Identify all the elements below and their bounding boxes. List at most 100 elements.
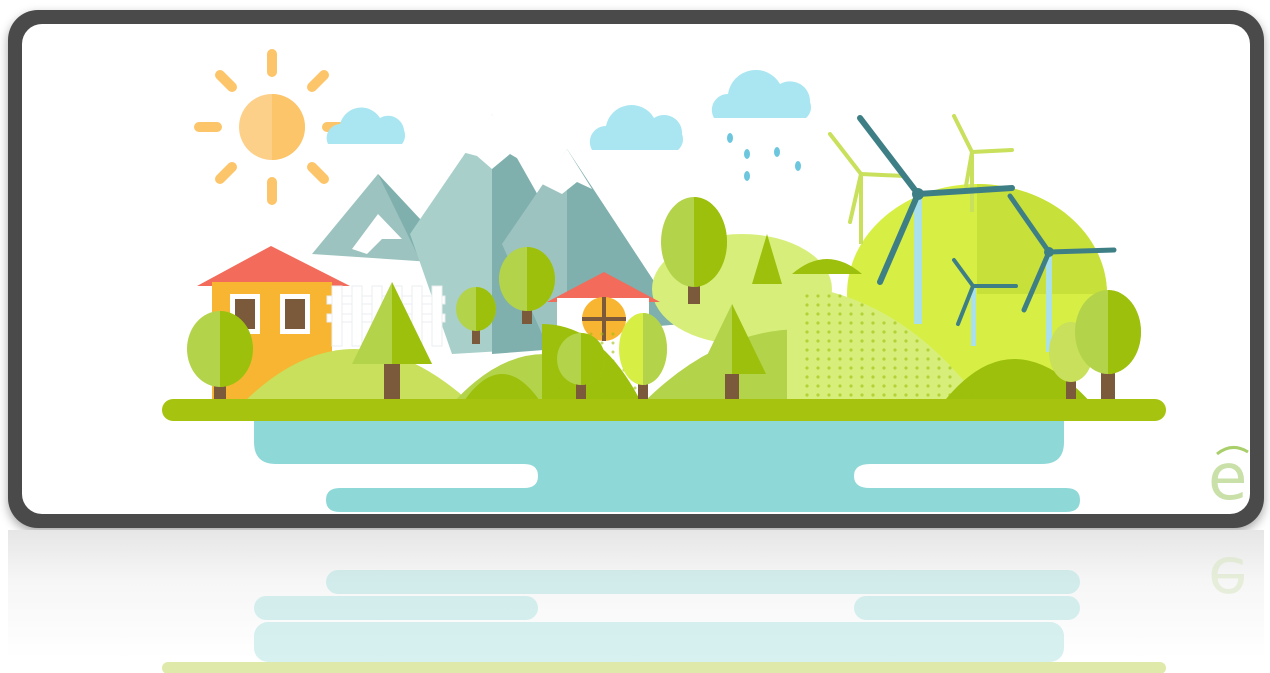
hill-dot bbox=[838, 312, 842, 316]
hill-dot bbox=[882, 330, 886, 334]
hill-dot bbox=[893, 375, 897, 379]
hill-dot bbox=[838, 393, 842, 397]
screen: e bbox=[22, 24, 1250, 514]
hill-dot bbox=[611, 350, 615, 354]
hill-dot bbox=[545, 332, 549, 336]
hill-dot bbox=[805, 339, 809, 343]
hill-dot bbox=[926, 348, 930, 352]
hill-dot bbox=[882, 393, 886, 397]
hill-dot bbox=[904, 393, 908, 397]
hill-dot bbox=[893, 393, 897, 397]
hill-dot bbox=[589, 395, 593, 399]
hill-dot bbox=[827, 357, 831, 361]
hill-dot bbox=[849, 393, 853, 397]
hill-dot bbox=[816, 339, 820, 343]
hill-dot bbox=[882, 375, 886, 379]
hill-dot bbox=[556, 332, 560, 336]
hill-dot bbox=[545, 350, 549, 354]
hill-dot bbox=[871, 330, 875, 334]
hill-dot bbox=[882, 339, 886, 343]
lake-reflection bbox=[254, 570, 1080, 662]
hill-dot bbox=[816, 375, 820, 379]
lake bbox=[254, 421, 1080, 512]
hill-dot bbox=[600, 332, 604, 336]
hill-dot bbox=[860, 312, 864, 316]
hill-dot bbox=[827, 348, 831, 352]
logo-icon: e bbox=[1208, 441, 1249, 514]
logo-reflection: e bbox=[1208, 542, 1247, 616]
hill-dot bbox=[545, 359, 549, 363]
hill-dot bbox=[959, 384, 963, 388]
hill-dot bbox=[827, 321, 831, 325]
hill-dot bbox=[805, 384, 809, 388]
screen-frame: e bbox=[8, 10, 1264, 528]
hill-dot bbox=[556, 395, 560, 399]
hill-dot bbox=[827, 339, 831, 343]
hill-dot bbox=[849, 312, 853, 316]
hill-dot bbox=[849, 321, 853, 325]
hill-dot bbox=[904, 384, 908, 388]
hill-dot bbox=[838, 357, 842, 361]
hill-dot bbox=[871, 357, 875, 361]
hill-dot bbox=[816, 312, 820, 316]
hill-dot bbox=[860, 393, 864, 397]
hill-dot bbox=[633, 395, 637, 399]
hill-dot bbox=[849, 366, 853, 370]
hill-dot bbox=[871, 348, 875, 352]
hill-dot bbox=[860, 321, 864, 325]
hill-dot bbox=[816, 366, 820, 370]
hill-dot bbox=[838, 384, 842, 388]
hill-dot bbox=[871, 393, 875, 397]
hill-dot bbox=[805, 366, 809, 370]
hill-dot bbox=[893, 339, 897, 343]
hill-dot bbox=[904, 348, 908, 352]
hill-dot bbox=[904, 330, 908, 334]
hill-dot bbox=[882, 348, 886, 352]
hill-dot bbox=[893, 348, 897, 352]
tree-icon bbox=[1075, 290, 1141, 402]
hill-dot bbox=[860, 339, 864, 343]
hill-dot bbox=[915, 339, 919, 343]
hill-dot bbox=[871, 321, 875, 325]
hill-dot bbox=[882, 321, 886, 325]
hill-dot bbox=[805, 303, 809, 307]
hill-dot bbox=[805, 375, 809, 379]
hill-dot bbox=[860, 303, 864, 307]
hill-dot bbox=[904, 366, 908, 370]
hill-dot bbox=[805, 330, 809, 334]
hill-dot bbox=[959, 393, 963, 397]
hill-dot bbox=[622, 377, 626, 381]
hill-dot bbox=[827, 375, 831, 379]
hill-dot bbox=[622, 386, 626, 390]
hill-dot bbox=[611, 341, 615, 345]
hill-dot bbox=[882, 366, 886, 370]
hill-dot bbox=[937, 375, 941, 379]
hill-dot bbox=[915, 375, 919, 379]
hill-dot bbox=[871, 312, 875, 316]
hill-dot bbox=[545, 368, 549, 372]
hill-dot bbox=[937, 357, 941, 361]
hill-dot bbox=[882, 357, 886, 361]
hill-dot bbox=[611, 386, 615, 390]
hill-dot bbox=[882, 384, 886, 388]
hill-dot bbox=[589, 386, 593, 390]
hill-dot bbox=[915, 357, 919, 361]
hill-dot bbox=[849, 303, 853, 307]
screen-reflection: e bbox=[8, 530, 1264, 673]
hill-dot bbox=[948, 384, 952, 388]
hill-dot bbox=[633, 386, 637, 390]
hill-dot bbox=[816, 384, 820, 388]
hill-dot bbox=[827, 330, 831, 334]
hill-dot bbox=[805, 294, 809, 298]
hill-dot bbox=[849, 384, 853, 388]
hill-dot bbox=[827, 294, 831, 298]
hill-dot bbox=[838, 321, 842, 325]
hill-dot bbox=[860, 384, 864, 388]
hill-dot bbox=[611, 368, 615, 372]
hill-dot bbox=[611, 359, 615, 363]
hill-dot bbox=[970, 393, 974, 397]
hill-dot bbox=[926, 375, 930, 379]
svg-text:e: e bbox=[1208, 441, 1247, 514]
hill-dot bbox=[838, 339, 842, 343]
hill-dot bbox=[838, 375, 842, 379]
